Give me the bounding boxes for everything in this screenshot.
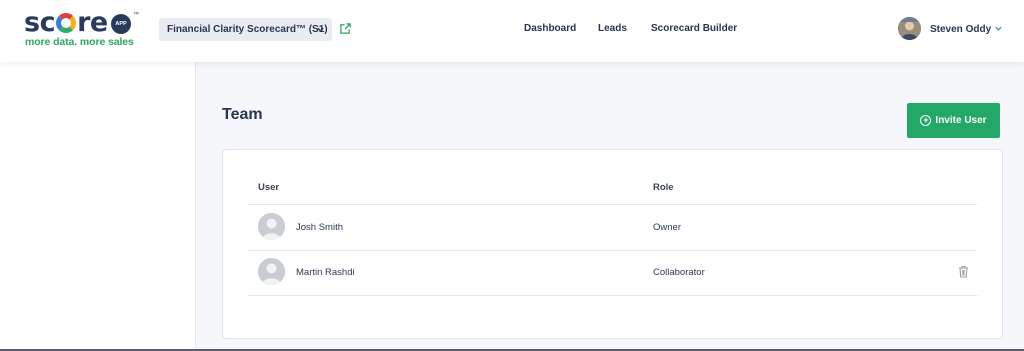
logo-app-badge: APP xyxy=(111,14,131,34)
scoreapp-logo[interactable]: sc re APP ™ more data. more sales xyxy=(24,7,144,50)
invite-user-label: Invite User xyxy=(935,115,987,126)
sidebar xyxy=(0,62,196,351)
nav-scorecard-builder[interactable]: Scorecard Builder xyxy=(651,23,737,34)
logo-o-icon xyxy=(56,13,77,33)
avatar xyxy=(258,213,285,240)
trash-icon[interactable] xyxy=(958,265,969,278)
nav-dashboard[interactable]: Dashboard xyxy=(524,23,576,34)
scorecard-select-value: Financial Clarity Scorecard™ (S1) xyxy=(167,24,328,35)
row-divider xyxy=(248,295,977,296)
avatar xyxy=(258,258,285,285)
chevron-down-icon xyxy=(316,18,325,41)
logo-trademark: ™ xyxy=(133,12,139,18)
chevron-down-icon[interactable] xyxy=(994,24,1003,35)
page-title: Team xyxy=(222,106,263,123)
header-divider xyxy=(248,204,977,205)
team-table-card: User Role Josh Smith Owner Martin Rashdi… xyxy=(222,149,1003,339)
nav-leads[interactable]: Leads xyxy=(598,23,627,34)
column-header-user: User xyxy=(258,182,280,193)
user-name[interactable]: Steven Oddy xyxy=(930,24,991,35)
row-divider xyxy=(248,250,977,251)
member-name: Martin Rashdi xyxy=(296,267,355,278)
logo-tagline: more data. more sales xyxy=(25,36,134,48)
plus-circle-icon: + xyxy=(920,115,932,126)
column-header-role: Role xyxy=(653,182,674,193)
logo-wordmark: sc re xyxy=(24,7,108,38)
member-role: Collaborator xyxy=(653,267,705,278)
scorecard-select[interactable]: Financial Clarity Scorecard™ (S1) xyxy=(159,18,332,41)
member-role: Owner xyxy=(653,222,681,233)
invite-user-button[interactable]: + Invite User xyxy=(907,103,1000,138)
top-header: sc re APP ™ more data. more sales Financi… xyxy=(0,0,1024,62)
external-link-icon[interactable] xyxy=(339,22,352,35)
member-name: Josh Smith xyxy=(296,222,343,233)
user-avatar[interactable] xyxy=(898,17,921,40)
